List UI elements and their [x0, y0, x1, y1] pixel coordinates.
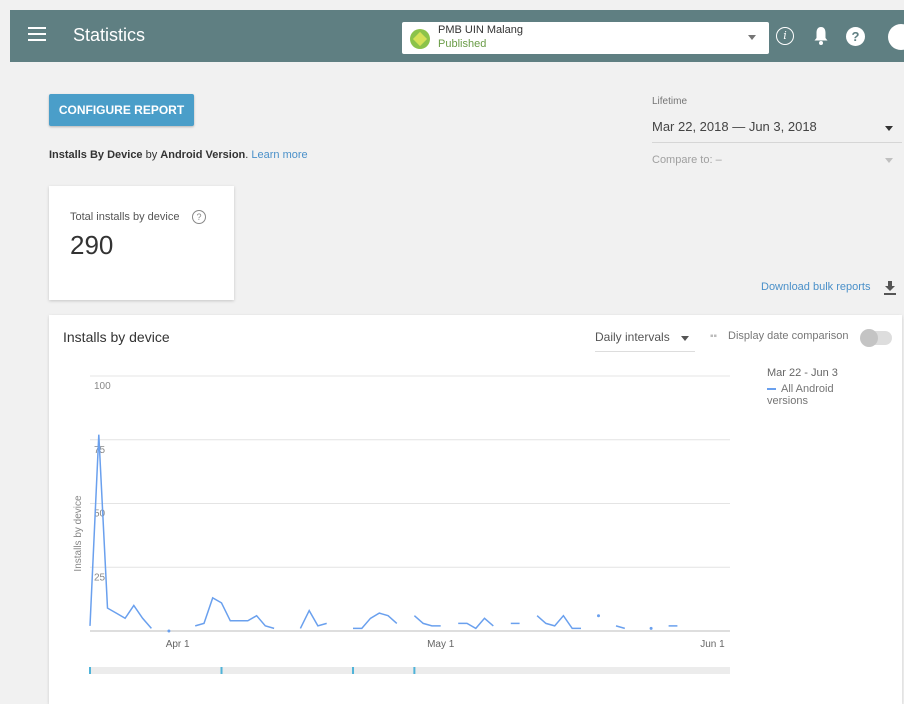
download-icon[interactable] — [883, 280, 897, 296]
series-line — [299, 609, 327, 629]
app-status: Published — [438, 38, 487, 50]
y-axis-label: Installs by device — [73, 495, 84, 572]
total-installs-card: Total installs by device ? 290 — [49, 186, 234, 300]
total-installs-value: 290 — [70, 230, 114, 260]
series-line — [536, 614, 581, 630]
x-tick-label: May 1 — [427, 639, 455, 650]
x-tick-label: Apr 1 — [166, 639, 190, 650]
configure-report-button[interactable]: CONFIGURE REPORT — [49, 94, 194, 126]
total-installs-label: Total installs by device — [70, 211, 180, 223]
menu-icon[interactable] — [28, 27, 46, 41]
info-icon[interactable]: i — [776, 27, 794, 45]
y-tick-label: 100 — [94, 381, 111, 392]
series-line — [615, 625, 626, 630]
divider — [652, 142, 902, 143]
top-app-bar: Statistics PMB UIN Malang Published i ? — [10, 10, 904, 62]
date-range-value[interactable]: Mar 22, 2018 — Jun 3, 2018 — [652, 119, 817, 134]
series-line — [413, 615, 441, 627]
y-tick-label: 25 — [94, 572, 106, 583]
x-tick-label: Jun 1 — [700, 639, 725, 650]
data-point — [597, 614, 600, 618]
navigator-handle — [352, 667, 355, 674]
series-line — [458, 617, 494, 630]
installs-chart-card: Installs by device Daily intervals ▪▪ Di… — [49, 315, 902, 704]
series-line — [353, 612, 398, 630]
notifications-bell-icon[interactable] — [813, 26, 829, 46]
app-logo-icon — [410, 29, 430, 49]
report-metric: Installs By Device — [49, 149, 143, 161]
chart-navigator — [90, 667, 730, 674]
data-point — [649, 626, 653, 630]
data-point — [167, 629, 171, 633]
help-icon[interactable]: ? — [846, 27, 865, 46]
navigator-handle — [89, 667, 91, 674]
app-name: PMB UIN Malang — [438, 24, 523, 36]
chevron-down-icon — [748, 35, 756, 40]
installs-line-chart: 255075100Apr 1 May 1 Jun 1Installs by devi… — [73, 375, 730, 674]
series-line — [89, 434, 152, 629]
app-selector[interactable]: PMB UIN Malang Published — [402, 22, 769, 54]
learn-more-link[interactable]: Learn more — [251, 149, 307, 161]
navigator-handle — [413, 667, 416, 674]
help-icon[interactable]: ? — [192, 210, 206, 224]
report-subtitle: Installs By Device by Android Version. L… — [49, 149, 308, 161]
compare-to-select[interactable]: Compare to: – — [652, 154, 722, 166]
navigator-handle — [220, 667, 223, 674]
report-subtitle-by: by — [142, 149, 161, 161]
date-range-selector: Lifetime Mar 22, 2018 — Jun 3, 2018 Comp… — [652, 96, 902, 166]
series-line — [194, 596, 275, 630]
account-avatar[interactable] — [888, 24, 904, 50]
download-bulk-reports-link[interactable]: Download bulk reports — [761, 281, 870, 293]
date-range-dropdown-icon[interactable] — [885, 126, 893, 131]
date-range-label: Lifetime — [652, 96, 688, 107]
report-dimension: Android Version — [160, 149, 246, 161]
compare-dropdown-icon[interactable] — [885, 158, 893, 163]
page-title: Statistics — [73, 25, 146, 45]
